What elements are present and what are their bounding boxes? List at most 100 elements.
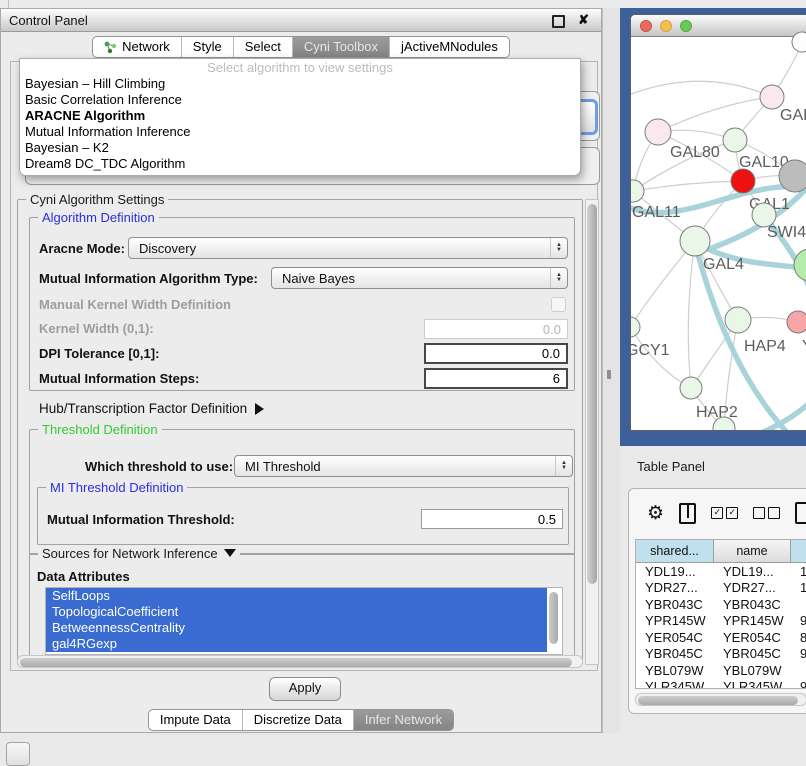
table-cell: YBR043C (714, 597, 791, 612)
which-threshold-combo[interactable]: MI Threshold ▲▼ (234, 455, 573, 477)
table-row[interactable]: YBL079WYBL079W (636, 662, 806, 679)
algorithm-option-mutual-information-inference[interactable]: Mutual Information Inference (20, 124, 580, 140)
table-cell: 9. (791, 646, 806, 661)
app-top-strip (0, 0, 806, 8)
mi-algorithm-type-label: Mutual Information Algorithm Type: (39, 271, 258, 286)
table-row[interactable]: YBR045CYBR045C9. (636, 646, 806, 663)
table-row[interactable]: YPR145WYPR145W9. (636, 613, 806, 630)
algorithm-option-dream8-dc-tdc-algorithm[interactable]: Dream8 DC_TDC Algorithm (20, 156, 580, 172)
collapse-down-icon[interactable] (224, 549, 236, 557)
select-all-columns-icon[interactable]: ✓✓ (711, 507, 738, 519)
column-header-name[interactable]: name (714, 540, 791, 562)
new-table-icon[interactable] (795, 502, 806, 524)
mi-steps-field[interactable] (424, 368, 568, 389)
hub-section-label[interactable]: Hub/Transcription Factor Definition (39, 401, 264, 416)
tab-segments: NetworkStyleSelectCyni ToolboxjActiveMNo… (92, 36, 510, 58)
network-node[interactable] (779, 160, 806, 192)
table-row[interactable]: YDR27...YDR27...12 (636, 580, 806, 597)
hub-section-text: Hub/Transcription Factor Definition (39, 401, 247, 416)
minimize-traffic-light-icon[interactable] (660, 20, 672, 32)
cyni-tab-impute-data[interactable]: Impute Data (149, 710, 243, 730)
tab-network[interactable]: Network (93, 37, 182, 57)
table-cell: 13 (791, 564, 806, 579)
table-hscrollbar-thumb[interactable] (638, 696, 798, 705)
network-node-gal10[interactable] (723, 128, 747, 152)
algorithm-option-aracne-algorithm[interactable]: ARACNE Algorithm (20, 108, 580, 124)
network-node-gal80[interactable] (645, 119, 671, 145)
tab-select[interactable]: Select (234, 37, 293, 57)
settings-hscrollbar-thumb[interactable] (20, 658, 572, 667)
divider-grip[interactable] (607, 370, 611, 379)
table-horizontal-scrollbar[interactable] (635, 693, 806, 706)
table-cell: YDL19... (714, 564, 791, 579)
table-toolbar: ⚙ ✓✓ (629, 489, 806, 537)
split-columns-icon[interactable] (679, 503, 696, 524)
mi-threshold-label: Mutual Information Threshold: (47, 512, 235, 527)
table-cell: YDR27... (636, 580, 714, 595)
panel-divider[interactable] (602, 8, 620, 733)
network-edge[interactable] (630, 81, 772, 97)
table-cell: YBL079W (636, 663, 714, 678)
cyni-tab-discretize-data[interactable]: Discretize Data (243, 710, 354, 730)
gear-icon[interactable]: ⚙ (647, 504, 664, 523)
cyni-tab-infer-network[interactable]: Infer Network (354, 710, 453, 730)
network-node-hap4[interactable] (725, 307, 751, 333)
network-canvas[interactable]: GALGAL80GAL10GAL1GAL11SWI4GAL4GCY1HAP4YH… (632, 36, 806, 431)
algorithm-option-bayesian-hill-climbing[interactable]: Bayesian – Hill Climbing (20, 76, 580, 92)
attribute-item-gal4rgexp[interactable]: gal4RGexp (46, 636, 547, 652)
network-edge[interactable] (688, 241, 695, 388)
settings-horizontal-scrollbar[interactable] (17, 655, 583, 668)
collapsed-panel-button[interactable] (6, 742, 30, 766)
column-header-shared[interactable]: shared... (636, 540, 714, 562)
sources-title-text: Sources for Network Inference (42, 546, 218, 561)
network-node[interactable] (794, 249, 806, 281)
settings-vscrollbar-thumb[interactable] (587, 204, 597, 584)
algorithm-option-basic-correlation-inference[interactable]: Basic Correlation Inference (20, 92, 580, 108)
node-table: shared...name YDL19...YDL19...13YDR27...… (635, 539, 806, 689)
network-edge[interactable] (658, 97, 772, 132)
mi-algorithm-type-combo[interactable]: Naive Bayes ▲▼ (271, 267, 568, 289)
network-node-hap2[interactable] (680, 377, 702, 399)
table-row[interactable]: YER054CYER054C8. (636, 629, 806, 646)
mi-steps-label: Mutual Information Steps: (39, 371, 199, 386)
settings-vertical-scrollbar[interactable] (585, 199, 599, 665)
tab-cyni-toolbox[interactable]: Cyni Toolbox (293, 37, 390, 57)
apply-button[interactable]: Apply (269, 677, 341, 701)
close-window-icon[interactable]: ✘ (578, 12, 589, 28)
tab-style[interactable]: Style (182, 37, 234, 57)
column-header-2[interactable] (791, 540, 806, 562)
network-edge[interactable] (633, 181, 743, 191)
algorithm-definition-title: Algorithm Definition (38, 210, 159, 225)
attribute-item-betweennesscentrality[interactable]: BetweennessCentrality (46, 620, 547, 636)
network-node-gal[interactable] (760, 85, 784, 109)
attribute-item-selfloops[interactable]: SelfLoops (46, 588, 547, 604)
manual-kernel-checkbox[interactable] (551, 297, 566, 312)
attributes-list-scrollbar-thumb[interactable] (549, 592, 558, 644)
float-window-icon[interactable] (552, 15, 565, 28)
table-row[interactable]: YBR043CYBR043C (636, 596, 806, 613)
manual-kernel-label: Manual Kernel Width Definition (39, 297, 231, 312)
deselect-all-columns-icon[interactable] (753, 507, 780, 519)
mi-threshold-field[interactable] (421, 509, 563, 529)
zoom-traffic-light-icon[interactable] (680, 20, 692, 32)
table-row[interactable]: YLR345WYLR345W9. (636, 679, 806, 690)
network-node-gal4[interactable] (680, 226, 710, 256)
aracne-mode-combo[interactable]: Discovery ▲▼ (128, 237, 568, 259)
network-node-y[interactable] (787, 311, 806, 333)
algorithm-option-bayesian-k2[interactable]: Bayesian – K2 (20, 140, 580, 156)
data-attributes-list[interactable]: SelfLoopsTopologicalCoefficientBetweenne… (45, 587, 563, 655)
attribute-item-topologicalcoefficient[interactable]: TopologicalCoefficient (46, 604, 547, 620)
dpi-tolerance-field[interactable] (424, 343, 568, 364)
network-node-gal1[interactable] (731, 169, 755, 193)
attributes-list-scrollbar[interactable] (548, 591, 559, 649)
table-cell: YBR045C (714, 646, 791, 661)
expand-right-icon[interactable] (255, 403, 264, 415)
sources-group-title[interactable]: Sources for Network Inference (38, 546, 240, 561)
algorithm-dropdown-popup: Select algorithm to view settings Bayesi… (19, 58, 581, 176)
tab-jactivemnodules[interactable]: jActiveMNodules (390, 37, 509, 57)
network-node-gcy1[interactable] (630, 317, 640, 337)
network-edge[interactable] (630, 241, 695, 327)
table-row[interactable]: YDL19...YDL19...13 (636, 563, 806, 580)
network-node-label: Y (802, 338, 806, 355)
close-traffic-light-icon[interactable] (640, 20, 652, 32)
